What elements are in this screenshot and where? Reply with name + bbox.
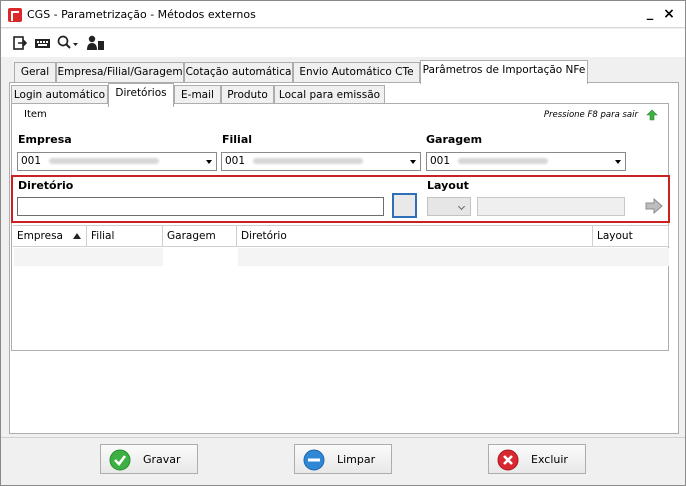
garagem-value: 001 — [430, 155, 451, 167]
tab-empresa-filial-garagem[interactable]: Empresa/Filial/Garagem — [56, 62, 184, 83]
item-bar: Item Pressione F8 para sair — [12, 107, 668, 125]
filial-value: 001 — [225, 155, 246, 167]
diretorio-input[interactable] — [17, 197, 384, 216]
sort-ascending-icon — [73, 233, 81, 239]
title-bar: CGS - Parametrização - Métodos externos … — [1, 1, 685, 28]
close-button[interactable]: × — [661, 5, 677, 23]
tab-cotacao-automatica[interactable]: Cotação automática — [184, 62, 293, 83]
arrow-right-icon[interactable] — [643, 195, 665, 217]
column-empresa[interactable]: Empresa — [13, 226, 87, 246]
redacted-text — [458, 158, 549, 164]
footer-divider — [1, 437, 685, 438]
diretorio-label: Diretório — [18, 179, 74, 192]
limpar-label: Limpar — [337, 453, 376, 466]
chevron-down-icon — [615, 160, 621, 164]
limpar-button[interactable]: Limpar — [294, 444, 392, 474]
table-row[interactable] — [14, 248, 669, 266]
up-arrow-icon[interactable] — [646, 109, 658, 121]
garagem-select[interactable]: 001 — [426, 152, 626, 171]
layout-description-field — [477, 197, 625, 216]
checkmark-icon — [109, 449, 131, 471]
layout-label: Layout — [427, 179, 469, 192]
column-diretorio[interactable]: Diretório — [237, 226, 593, 246]
excluir-button[interactable]: Excluir — [488, 444, 586, 474]
column-garagem[interactable]: Garagem — [163, 226, 237, 246]
filial-select[interactable]: 001 — [221, 152, 421, 171]
garagem-label: Garagem — [426, 133, 483, 146]
empresa-label: Empresa — [18, 133, 72, 146]
app-logo-icon — [8, 8, 22, 22]
layout-select[interactable] — [427, 197, 471, 216]
tab-parametros-importacao-nfe[interactable]: Parâmetros de Importação NFe — [420, 60, 588, 84]
window-title: CGS - Parametrização - Métodos externos — [27, 8, 256, 21]
delete-x-icon — [497, 449, 519, 471]
tab-geral[interactable]: Geral — [14, 62, 56, 83]
empresa-value: 001 — [21, 155, 42, 167]
table-cell — [163, 248, 238, 266]
filial-label: Filial — [222, 133, 253, 146]
column-empresa-label: Empresa — [17, 230, 63, 242]
keyboard-icon[interactable] — [35, 35, 51, 51]
excluir-label: Excluir — [531, 453, 568, 466]
chevron-down-icon — [410, 160, 416, 164]
column-filial[interactable]: Filial — [87, 226, 163, 246]
minus-icon — [303, 449, 325, 471]
column-layout[interactable]: Layout — [593, 226, 669, 246]
redacted-text — [253, 158, 364, 164]
minimize-button[interactable]: _ — [642, 5, 658, 23]
browse-folder-button[interactable] — [392, 193, 417, 218]
empresa-select[interactable]: 001 — [17, 152, 217, 171]
grid-header: Empresa Filial Garagem Diretório Layout — [13, 225, 669, 247]
app-window: CGS - Parametrização - Métodos externos … — [0, 0, 686, 486]
redacted-text — [49, 158, 160, 164]
gravar-button[interactable]: Gravar — [100, 444, 198, 474]
search-icon[interactable] — [57, 35, 79, 51]
tab-envio-automatico-cte[interactable]: Envio Automático CTe — [293, 62, 420, 83]
chevron-down-icon — [457, 202, 466, 211]
user-config-icon[interactable] — [87, 35, 105, 51]
gravar-label: Gravar — [143, 453, 181, 466]
subtab-diretorios[interactable]: Diretórios — [108, 83, 174, 107]
toolbar — [1, 29, 685, 57]
item-label: Item — [24, 109, 47, 120]
hint-text: Pressione F8 para sair — [543, 110, 638, 120]
chevron-down-icon — [206, 160, 212, 164]
exit-icon[interactable] — [13, 35, 27, 51]
